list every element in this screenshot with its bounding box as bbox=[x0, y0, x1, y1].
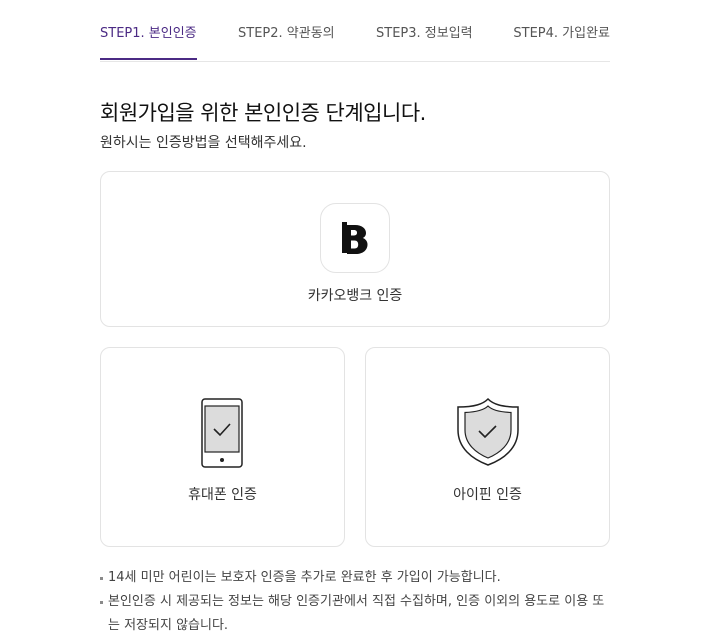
step-3-tab[interactable]: STEP3. 정보입력 bbox=[376, 22, 473, 41]
step-2-tab[interactable]: STEP2. 약관동의 bbox=[238, 22, 335, 41]
kakaobank-logo-icon bbox=[320, 203, 390, 273]
smartphone-check-icon bbox=[201, 398, 243, 468]
step-progress-bar: STEP1. 본인인증 STEP2. 약관동의 STEP3. 정보입력 STEP… bbox=[100, 0, 610, 62]
step-4-tab[interactable]: STEP4. 가입완료 bbox=[513, 22, 610, 41]
step-1-tab[interactable]: STEP1. 본인인증 bbox=[100, 22, 197, 60]
notice-item: 14세 미만 어린이는 보호자 인증을 추가로 완료한 후 가입이 가능합니다. bbox=[100, 566, 610, 590]
page-title: 회원가입을 위한 본인인증 단계입니다. bbox=[100, 101, 426, 125]
kakaobank-verify-label: 카카오뱅크 인증 bbox=[307, 288, 403, 304]
kakaobank-verify-button[interactable]: 카카오뱅크 인증 bbox=[100, 171, 610, 327]
phone-verify-label: 휴대폰 인증 bbox=[188, 487, 257, 503]
ipin-verify-button[interactable]: 아이핀 인증 bbox=[365, 347, 610, 547]
ipin-verify-label: 아이핀 인증 bbox=[453, 487, 522, 503]
shield-check-icon bbox=[457, 398, 519, 466]
verification-page: STEP1. 본인인증 STEP2. 약관동의 STEP3. 정보입력 STEP… bbox=[100, 0, 610, 633]
notice-list: 14세 미만 어린이는 보호자 인증을 추가로 완료한 후 가입이 가능합니다.… bbox=[100, 566, 610, 638]
notice-item: 본인인증 시 제공되는 정보는 해당 인증기관에서 직접 수집하며, 인증 이외… bbox=[100, 590, 610, 638]
phone-verify-button[interactable]: 휴대폰 인증 bbox=[100, 347, 345, 547]
page-subtitle: 원하시는 인증방법을 선택해주세요. bbox=[100, 135, 307, 151]
